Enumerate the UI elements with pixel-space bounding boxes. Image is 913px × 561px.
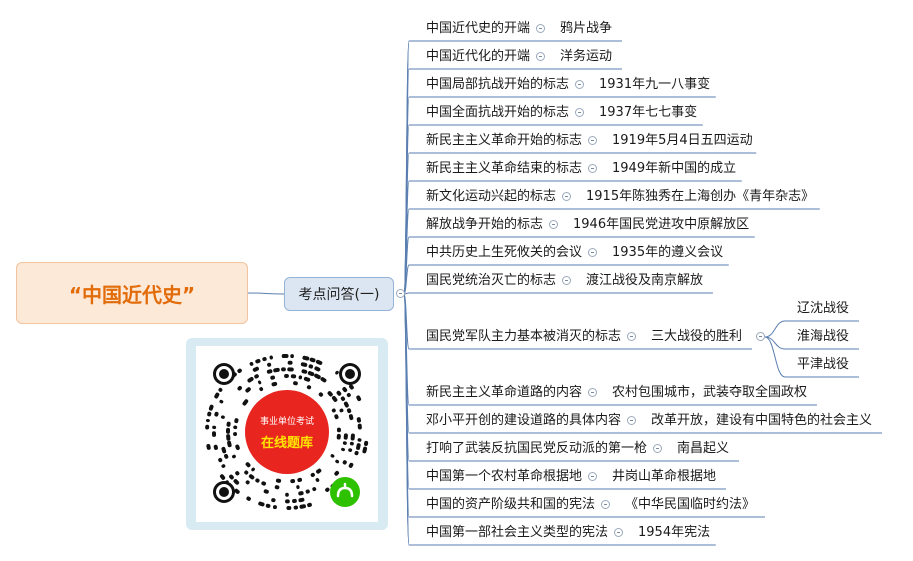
topic-question[interactable]: 国民党统治灭亡的标志	[426, 273, 556, 289]
topic-answer[interactable]: 鸦片战争	[560, 21, 612, 37]
subtopic-connector	[764, 320, 786, 338]
topic-answer[interactable]: 三大战役的胜利	[651, 329, 742, 345]
qr-line1: 事业单位考试	[260, 415, 314, 427]
root-connector	[247, 292, 285, 295]
root-node-label: “中国近代史”	[68, 282, 196, 307]
qr-finder-eye	[345, 369, 355, 379]
mini-program-icon	[330, 477, 360, 507]
topic-answer[interactable]: 洋务运动	[560, 49, 612, 65]
root-node[interactable]: “中国近代史”	[16, 262, 248, 324]
qr-finder-eye	[219, 369, 229, 379]
topic-collapse-icon[interactable]	[549, 220, 558, 229]
subtopic-label[interactable]: 辽沈战役	[797, 301, 849, 317]
topic-question[interactable]: 中国近代史的开端	[426, 21, 530, 37]
topic-answer[interactable]: 改革开放，建设有中国特色的社会主义	[651, 413, 872, 429]
topic-answer[interactable]: 南昌起义	[677, 441, 729, 457]
subtopic-collapse-icon[interactable]	[756, 332, 765, 341]
topic-answer[interactable]: 1935年的遵义会议	[612, 245, 723, 261]
branch-collapse-icon[interactable]	[396, 289, 405, 298]
topic-question[interactable]: 新文化运动兴起的标志	[426, 189, 556, 205]
topic-answer[interactable]: 井岗山革命根据地	[612, 469, 716, 485]
topic-question[interactable]: 中国第一部社会主义类型的宪法	[426, 525, 608, 541]
topic-answer[interactable]: 1946年国民党进攻中原解放区	[573, 217, 749, 233]
topic-answer[interactable]: 1915年陈独秀在上海创办《青年杂志》	[586, 189, 814, 205]
topic-collapse-icon[interactable]	[588, 388, 597, 397]
topic-question[interactable]: 中国近代化的开端	[426, 49, 530, 65]
topic-collapse-icon[interactable]	[614, 528, 623, 537]
qr-center-circle	[245, 390, 329, 474]
topic-answer[interactable]: 渡江战役及南京解放	[586, 273, 703, 289]
topic-collapse-icon[interactable]	[562, 276, 571, 285]
topic-question[interactable]: 中国的资产阶级共和国的宪法	[426, 497, 595, 513]
qr-code[interactable]: 事业单位考试 在线题库	[196, 346, 378, 522]
qr-code-panel: 事业单位考试 在线题库	[186, 338, 388, 530]
topic-collapse-icon[interactable]	[562, 192, 571, 201]
topic-answer[interactable]: 《中华民国临时约法》	[625, 497, 755, 513]
topic-collapse-icon[interactable]	[588, 164, 597, 173]
branch-node[interactable]: 考点问答(一)	[284, 277, 394, 311]
topic-collapse-icon[interactable]	[536, 24, 545, 33]
topic-question[interactable]: 新民主主义革命道路的内容	[426, 385, 582, 401]
topic-collapse-icon[interactable]	[627, 332, 636, 341]
topic-answer[interactable]: 1919年5月4日五四运动	[612, 133, 753, 149]
topic-collapse-icon[interactable]	[653, 444, 662, 453]
topic-collapse-icon[interactable]	[575, 108, 584, 117]
topic-collapse-icon[interactable]	[588, 472, 597, 481]
topic-collapse-icon[interactable]	[601, 500, 610, 509]
topic-collapse-icon[interactable]	[536, 52, 545, 61]
topic-question[interactable]: 中共历史上生死攸关的会议	[426, 245, 582, 261]
topic-answer[interactable]: 1937年七七事变	[599, 105, 697, 121]
topic-answer[interactable]: 农村包围城市，武装夺取全国政权	[612, 385, 807, 401]
subtopic-label[interactable]: 淮海战役	[797, 329, 849, 345]
topic-question[interactable]: 解放战争开始的标志	[426, 217, 543, 233]
topic-collapse-icon[interactable]	[627, 416, 636, 425]
branch-node-label: 考点问答(一)	[298, 287, 380, 303]
qr-pattern: 事业单位考试 在线题库	[205, 353, 369, 510]
qr-line2: 在线题库	[261, 435, 313, 451]
topic-collapse-icon[interactable]	[588, 248, 597, 257]
topic-question[interactable]: 中国全面抗战开始的标志	[426, 105, 569, 121]
topic-answer[interactable]: 1931年九一八事变	[599, 77, 710, 93]
topic-collapse-icon[interactable]	[575, 80, 584, 89]
topic-question[interactable]: 邓小平开创的建设道路的具体内容	[426, 413, 621, 429]
topic-question[interactable]: 打响了武装反抗国民党反动派的第一枪	[426, 441, 647, 457]
topic-answer[interactable]: 1949年新中国的成立	[612, 161, 736, 177]
topic-question[interactable]: 中国局部抗战开始的标志	[426, 77, 569, 93]
topic-question[interactable]: 新民主主义革命开始的标志	[426, 133, 582, 149]
topic-collapse-icon[interactable]	[588, 136, 597, 145]
topic-question[interactable]: 新民主主义革命结束的标志	[426, 161, 582, 177]
topic-question[interactable]: 中国第一个农村革命根据地	[426, 469, 582, 485]
topic-question[interactable]: 国民党军队主力基本被消灭的标志	[426, 329, 621, 345]
topic-answer[interactable]: 1954年宪法	[638, 525, 710, 541]
subtopic-label[interactable]: 平津战役	[797, 357, 849, 373]
qr-finder-eye	[219, 487, 229, 497]
